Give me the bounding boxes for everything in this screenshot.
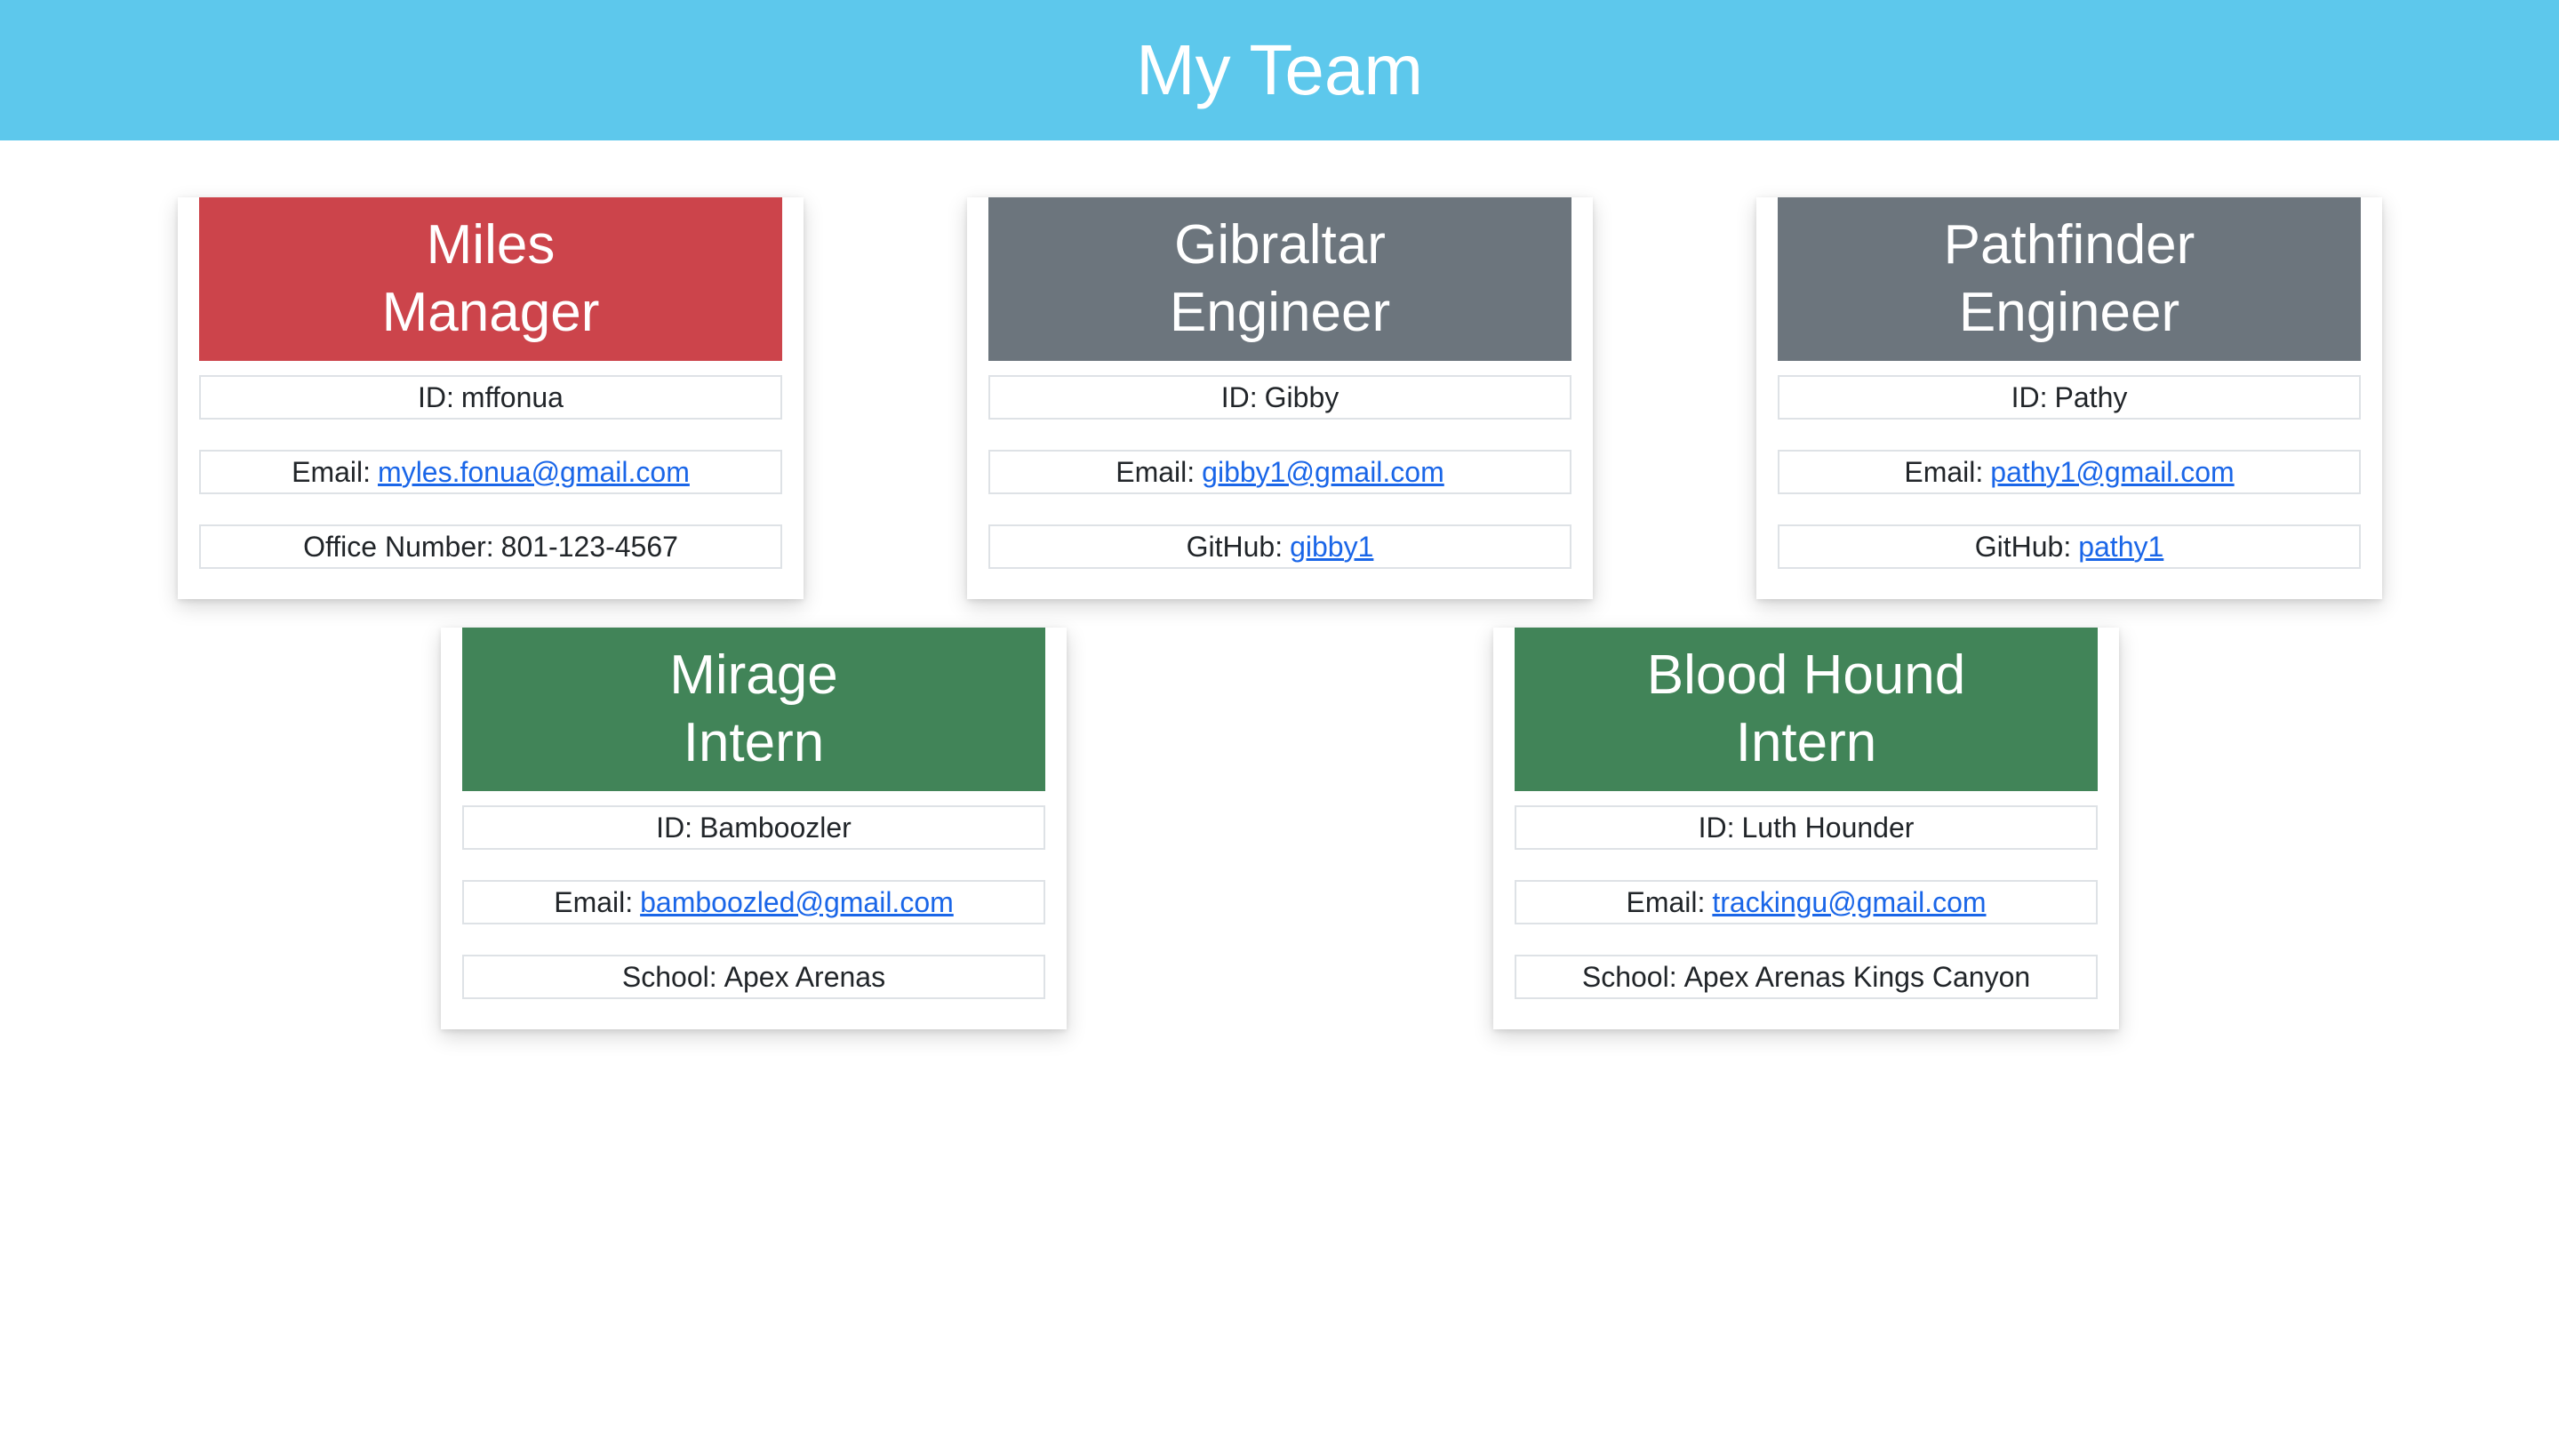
office-number: 801-123-4567 [500, 530, 678, 563]
email-link[interactable]: myles.fonua@gmail.com [378, 456, 690, 489]
employee-id-field: ID: mffonua [199, 375, 782, 420]
card-header: Mirage Intern [462, 628, 1045, 791]
employee-id-field: ID: Luth Hounder [1515, 805, 2098, 850]
page-title: My Team [1135, 30, 1424, 109]
email-link[interactable]: trackingu@gmail.com [1712, 886, 1986, 919]
employee-role: Engineer [1958, 282, 2180, 343]
employee-email-field: Email: bamboozled@gmail.com [462, 880, 1045, 924]
employee-card-engineer: Gibraltar Engineer ID: Gibby Email: gibby1… [967, 197, 1593, 599]
employee-id: mffonua [460, 380, 564, 413]
employee-id: Pathy [2054, 380, 2128, 413]
employee-card-manager: Miles Manager ID: mffonua Email: myles.fon… [178, 197, 804, 599]
employee-role: Intern [1735, 712, 1877, 773]
employee-email-field: Email: pathy1@gmail.com [1778, 450, 2361, 494]
github-field: GitHub: gibby1 [988, 524, 1571, 569]
employee-id: Luth Hounder [1741, 811, 1915, 844]
card-header: Gibraltar Engineer [988, 197, 1571, 361]
card-header: Blood Hound Intern [1515, 628, 2098, 791]
employee-id-field: ID: Bamboozler [462, 805, 1045, 850]
employee-card-engineer: Pathfinder Engineer ID: Pathy Email: pathy… [1756, 197, 2382, 599]
employee-id: Gibby [1264, 380, 1339, 413]
employee-email-field: Email: gibby1@gmail.com [988, 450, 1571, 494]
school: Apex Arenas [724, 960, 886, 993]
employee-card-intern: Mirage Intern ID: Bamboozler Email: bamboo… [441, 628, 1067, 1029]
employee-name: Gibraltar [1174, 214, 1386, 276]
card-header: Pathfinder Engineer [1778, 197, 2361, 361]
employee-name: Miles [426, 214, 556, 276]
office-number-field: Office Number: 801-123-4567 [199, 524, 782, 569]
email-link[interactable]: gibby1@gmail.com [1202, 456, 1444, 489]
school: Apex Arenas Kings Canyon [1683, 960, 2031, 993]
employee-role: Manager [381, 282, 600, 343]
email-link[interactable]: bamboozled@gmail.com [640, 886, 954, 919]
employee-id-field: ID: Gibby [988, 375, 1571, 420]
employee-id-field: ID: Pathy [1778, 375, 2361, 420]
employee-email-field: Email: myles.fonua@gmail.com [199, 450, 782, 494]
github-link[interactable]: pathy1 [2078, 531, 2163, 564]
employee-name: Pathfinder [1943, 214, 2195, 276]
github-field: GitHub: pathy1 [1778, 524, 2361, 569]
card-header: Miles Manager [199, 197, 782, 361]
employee-email-field: Email: trackingu@gmail.com [1515, 880, 2098, 924]
employee-role: Intern [683, 712, 825, 773]
employee-name: Mirage [669, 644, 838, 706]
employee-card-intern: Blood Hound Intern ID: Luth Hounder Email… [1493, 628, 2119, 1029]
email-link[interactable]: pathy1@gmail.com [1990, 456, 2234, 489]
page-header: My Team [0, 0, 2559, 140]
github-link[interactable]: gibby1 [1290, 531, 1373, 564]
employee-name: Blood Hound [1646, 644, 1966, 706]
employee-role: Engineer [1169, 282, 1391, 343]
school-field: School: Apex Arenas Kings Canyon [1515, 955, 2098, 999]
school-field: School: Apex Arenas [462, 955, 1045, 999]
employee-id: Bamboozler [700, 811, 852, 844]
